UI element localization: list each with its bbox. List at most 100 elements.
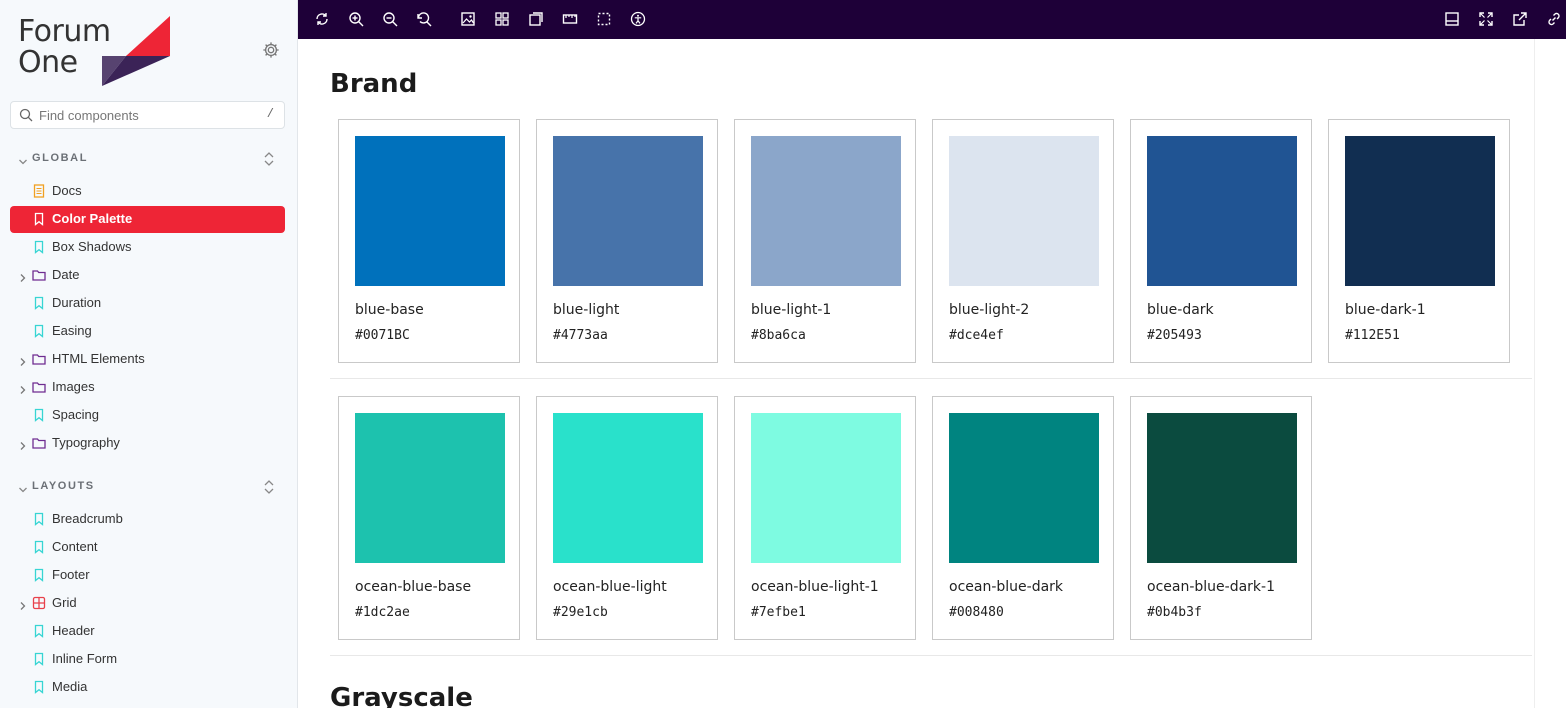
bookmark-icon [32, 324, 46, 338]
color-chip [751, 413, 901, 563]
swatch-row: blue-base #0071BC blue-light #4773aa blue-li… [330, 119, 1532, 379]
color-swatch-card: blue-dark #205493 [1130, 119, 1312, 363]
gear-icon[interactable] [262, 41, 280, 59]
sidebar-item-label: Box Shadows [52, 239, 132, 254]
color-swatch-card: blue-dark-1 #112E51 [1328, 119, 1510, 363]
sidebar-item-breadcrumb[interactable]: Breadcrumb [10, 506, 285, 533]
background-icon[interactable] [460, 11, 476, 27]
grid-icon[interactable] [494, 11, 510, 27]
color-swatch-card: ocean-blue-light #29e1cb [536, 396, 718, 640]
folder-icon [32, 352, 46, 366]
sidebar-item-html-elements[interactable]: HTML Elements [10, 346, 285, 373]
sidebar-item-label: Footer [52, 567, 90, 582]
sidebar-item-spacing[interactable]: Spacing [10, 402, 285, 429]
sidebar-item-label: Color Palette [52, 211, 133, 226]
sidebar-item-grid[interactable]: Grid [10, 590, 285, 617]
bookmark-icon [32, 296, 46, 310]
measure-icon[interactable] [562, 11, 578, 27]
bookmark-icon [32, 680, 46, 694]
bookmark-icon [32, 624, 46, 638]
outline-icon[interactable] [596, 11, 612, 27]
color-name: ocean-blue-light [553, 579, 667, 595]
copy-link-icon[interactable] [1546, 11, 1562, 27]
chevron-right-icon[interactable] [18, 354, 28, 366]
zoom-in-icon[interactable] [348, 11, 364, 27]
color-swatch-card: ocean-blue-light-1 #7efbe1 [734, 396, 916, 640]
folder-icon [32, 268, 46, 282]
color-hex-value: #8ba6ca [751, 328, 806, 343]
sidebar-item-label: Easing [52, 323, 92, 338]
bookmark-icon [32, 512, 46, 526]
sidebar-item-label: Docs [52, 183, 82, 198]
chevron-right-icon[interactable] [18, 598, 28, 610]
sidebar-section-global[interactable]: GLOBAL [18, 150, 286, 170]
zoom-reset-icon[interactable] [416, 11, 432, 27]
sidebar-item-box-shadows[interactable]: Box Shadows [10, 234, 285, 261]
sidebar-item-label: HTML Elements [52, 351, 145, 366]
color-name: ocean-blue-dark-1 [1147, 579, 1275, 595]
sidebar-item-media[interactable]: Media [10, 674, 285, 701]
folder-icon [32, 436, 46, 450]
sidebar-item-images[interactable]: Images [10, 374, 285, 401]
reload-icon[interactable] [314, 11, 330, 27]
chevron-right-icon[interactable] [18, 382, 28, 394]
viewport-icon[interactable] [528, 11, 544, 27]
fullscreen-icon[interactable] [1478, 11, 1494, 27]
chevron-right-icon[interactable] [18, 270, 28, 282]
color-name: blue-base [355, 302, 424, 318]
bookmark-icon [32, 540, 46, 554]
color-name: blue-dark [1147, 302, 1214, 318]
sidebar-section-layouts[interactable]: LAYOUTS [18, 478, 286, 498]
color-chip [553, 136, 703, 286]
scrollbar[interactable] [1534, 39, 1566, 708]
chevron-right-icon[interactable] [18, 438, 28, 450]
color-hex-value: #dce4ef [949, 328, 1004, 343]
sidebar-item-color-palette[interactable]: Color Palette [10, 206, 285, 233]
color-chip [751, 136, 901, 286]
forum-one-logo[interactable]: Forum One [18, 16, 170, 86]
color-chip [553, 413, 703, 563]
sidebar-item-content[interactable]: Content [10, 534, 285, 561]
accessibility-icon[interactable] [630, 11, 646, 27]
sidebar-item-docs[interactable]: Docs [10, 178, 285, 205]
sidebar-item-inline-form[interactable]: Inline Form [10, 646, 285, 673]
swatch-row: ocean-blue-base #1dc2ae ocean-blue-light #2… [330, 396, 1532, 656]
sidebar-item-label: Typography [52, 435, 120, 450]
sidebar-section-label: LAYOUTS [32, 480, 95, 492]
preview-toolbar [298, 0, 1566, 39]
bookmark-icon [32, 568, 46, 582]
color-hex-value: #0b4b3f [1147, 605, 1202, 620]
expand-collapse-icon[interactable] [262, 150, 276, 168]
sidebar-item-typography[interactable]: Typography [10, 430, 285, 457]
sidebar-item-easing[interactable]: Easing [10, 318, 285, 345]
sidebar-item-label: Inline Form [52, 651, 118, 666]
bookmark-icon [32, 652, 46, 666]
section-heading: Brand [330, 69, 418, 99]
zoom-out-icon[interactable] [382, 11, 398, 27]
sidebar-item-header[interactable]: Header [10, 618, 285, 645]
sidebar-section-label: GLOBAL [32, 152, 89, 164]
bookmark-icon [32, 212, 46, 226]
sidebar-item-date[interactable]: Date [10, 262, 285, 289]
expand-collapse-icon[interactable] [262, 478, 276, 496]
sidebar-item-duration[interactable]: Duration [10, 290, 285, 317]
sidebar-item-footer[interactable]: Footer [10, 562, 285, 589]
color-swatch-card: blue-light-1 #8ba6ca [734, 119, 916, 363]
color-hex-value: #0071BC [355, 328, 410, 343]
document-icon [32, 184, 46, 198]
logo-mark-icon [102, 16, 170, 86]
color-hex-value: #7efbe1 [751, 605, 806, 620]
search-icon [19, 108, 33, 122]
color-hex-value: #205493 [1147, 328, 1202, 343]
search-input[interactable] [37, 105, 257, 125]
bookmark-icon [32, 240, 46, 254]
sidebar-item-label: Spacing [52, 407, 99, 422]
sidebar-item-label: Grid [52, 595, 77, 610]
sidebar-item-label: Duration [52, 295, 102, 310]
open-new-tab-icon[interactable] [1512, 11, 1528, 27]
color-swatch-card: ocean-blue-dark #008480 [932, 396, 1114, 640]
chevron-down-icon [18, 154, 28, 165]
addons-panel-icon[interactable] [1444, 11, 1460, 27]
bookmark-icon [32, 408, 46, 422]
search-field[interactable]: / [10, 101, 285, 129]
